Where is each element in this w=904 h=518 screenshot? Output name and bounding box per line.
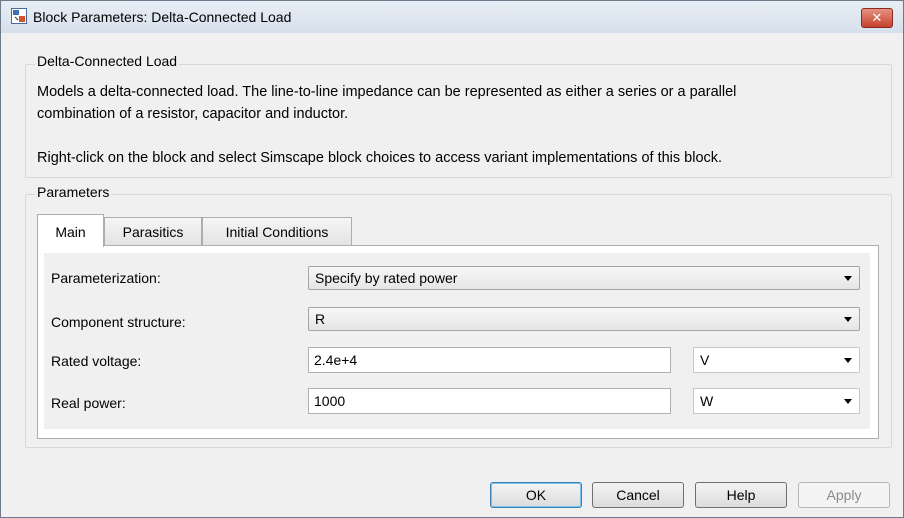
rated-voltage-value: 2.4e+4	[314, 352, 358, 368]
rated-voltage-unit: V	[700, 352, 710, 368]
cancel-button[interactable]: Cancel	[592, 482, 684, 508]
help-button[interactable]: Help	[695, 482, 787, 508]
simulink-block-icon	[11, 8, 27, 24]
tab-initial-conditions[interactable]: Initial Conditions	[202, 217, 352, 246]
description-line-2: combination of a resistor, capacitor and…	[37, 106, 349, 122]
component-structure-value: R	[315, 311, 326, 327]
chevron-down-icon	[844, 317, 852, 322]
close-button[interactable]: ✕	[861, 8, 893, 28]
parameterization-label: Parameterization:	[51, 270, 161, 286]
description-group-title: Delta-Connected Load	[35, 53, 180, 69]
ok-button[interactable]: OK	[490, 482, 582, 508]
tab-main[interactable]: Main	[37, 214, 104, 247]
tab-initial-conditions-label: Initial Conditions	[225, 224, 329, 240]
tab-parasitics-label: Parasitics	[122, 224, 184, 240]
window-title: Block Parameters: Delta-Connected Load	[33, 9, 292, 25]
parameters-group-title: Parameters	[35, 184, 112, 200]
parameterization-dropdown[interactable]: Specify by rated power	[308, 266, 860, 290]
close-icon: ✕	[871, 10, 883, 25]
component-structure-dropdown[interactable]: R	[308, 307, 860, 331]
rated-voltage-unit-dropdown[interactable]: V	[693, 347, 860, 373]
real-power-unit: W	[700, 393, 714, 409]
tab-parasitics[interactable]: Parasitics	[104, 217, 202, 246]
chevron-down-icon	[844, 399, 852, 404]
real-power-value: 1000	[314, 393, 346, 409]
parameterization-value: Specify by rated power	[315, 270, 458, 286]
dialog-window: Block Parameters: Delta-Connected Load ✕…	[0, 0, 904, 518]
description-line-1: Models a delta-connected load. The line-…	[37, 84, 737, 100]
title-bar[interactable]: Block Parameters: Delta-Connected Load ✕	[1, 1, 903, 33]
real-power-input[interactable]: 1000	[308, 388, 671, 414]
real-power-label: Real power:	[51, 395, 126, 411]
chevron-down-icon	[844, 276, 852, 281]
rated-voltage-input[interactable]: 2.4e+4	[308, 347, 671, 373]
chevron-down-icon	[844, 358, 852, 363]
apply-button[interactable]: Apply	[798, 482, 890, 508]
rated-voltage-label: Rated voltage:	[51, 353, 142, 369]
real-power-unit-dropdown[interactable]: W	[693, 388, 860, 414]
description-line-3: Right-click on the block and select Sims…	[37, 150, 723, 166]
component-structure-label: Component structure:	[51, 314, 186, 330]
tab-main-label: Main	[55, 224, 86, 240]
